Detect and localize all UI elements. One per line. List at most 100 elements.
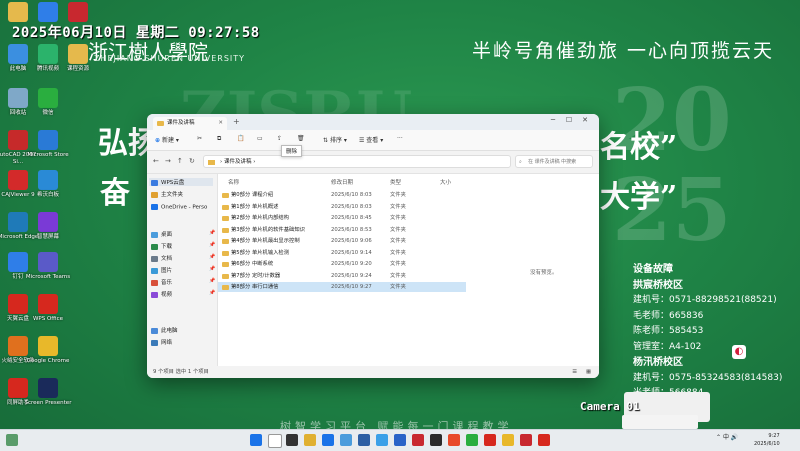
desktop-shortcut[interactable]: 微信 xyxy=(20,88,76,117)
app-taskbar-icon[interactable] xyxy=(412,434,424,446)
nav-item-pics[interactable]: 图片 📌 xyxy=(151,266,215,274)
app-icon xyxy=(38,130,58,150)
back-icon[interactable]: ← xyxy=(153,157,159,165)
close-tab-icon[interactable]: ✕ xyxy=(218,117,223,130)
nav-item-music[interactable]: 音乐 📌 xyxy=(151,278,215,286)
file-row[interactable]: 第6部分 中断系统 2025/6/10 9:20 文件夹 xyxy=(218,259,466,269)
search-input[interactable]: ⌕ 在 课件及讲稿 中搜索 xyxy=(515,155,593,168)
close-window-icon[interactable]: ✕ xyxy=(577,116,593,124)
nav-item-video[interactable]: 视频 📌 xyxy=(151,290,215,298)
desktop-shortcut[interactable]: 智慧屏幕 xyxy=(20,212,76,241)
share-icon[interactable]: ⇪ xyxy=(277,135,282,142)
sort-button[interactable]: ⇅ 排序 ▾ xyxy=(323,135,347,144)
desktop-shortcut[interactable]: WPS Office xyxy=(20,294,76,323)
app-badge-icon[interactable]: ◐ xyxy=(732,345,746,359)
desktop-shortcut[interactable] xyxy=(50,2,106,24)
minimize-icon[interactable]: ─ xyxy=(545,116,561,124)
desktop-shortcut[interactable]: Google Chrome xyxy=(20,336,76,365)
column-name[interactable]: 名称 xyxy=(228,178,239,186)
nav-item-desktop[interactable]: 桌面 📌 xyxy=(151,230,215,238)
file-row[interactable]: 第8部分 串行口通信 2025/6/10 9:27 文件夹 xyxy=(218,282,466,292)
tiles-view-icon[interactable]: ▦ xyxy=(586,366,591,378)
chevron-up-icon[interactable]: ⌃ xyxy=(716,434,721,441)
input-language[interactable]: 中 xyxy=(723,434,729,441)
nav-item-docs[interactable]: 文档 📌 xyxy=(151,254,215,262)
pin-icon[interactable]: 📌 xyxy=(209,278,215,284)
maximize-icon[interactable]: ☐ xyxy=(561,116,577,124)
pin-icon[interactable]: 📌 xyxy=(209,242,215,248)
column-size[interactable]: 大小 xyxy=(440,178,451,186)
forward-icon[interactable]: → xyxy=(165,157,171,165)
column-type[interactable]: 类型 xyxy=(390,178,401,186)
desktop-shortcut[interactable]: Screen Presenter xyxy=(20,378,76,407)
rename-icon[interactable]: ▭ xyxy=(257,135,263,142)
file-explorer-taskbar-icon[interactable] xyxy=(304,434,316,446)
nav-item-pc[interactable]: 此电脑 xyxy=(151,326,178,334)
app-taskbar-icon[interactable] xyxy=(340,434,352,446)
up-icon[interactable]: ↑ xyxy=(177,157,183,165)
app-taskbar-icon[interactable] xyxy=(376,434,388,446)
nav-item-net[interactable]: 网络 xyxy=(151,338,172,346)
app-taskbar-icon[interactable] xyxy=(484,434,496,446)
app-taskbar-icon[interactable] xyxy=(538,434,550,446)
nav-item-onedrive[interactable]: OneDrive - Perso xyxy=(151,204,207,211)
refresh-icon[interactable]: ↻ xyxy=(189,157,195,165)
view-button[interactable]: ☰ 查看 ▾ xyxy=(359,135,383,144)
file-type: 文件夹 xyxy=(390,249,406,256)
task-view-icon[interactable] xyxy=(286,434,298,446)
file-row[interactable]: 第5部分 单片机输入检测 2025/6/10 9:14 文件夹 xyxy=(218,248,466,258)
search-placeholder: 在 课件及讲稿 中搜索 xyxy=(528,159,577,165)
pin-icon[interactable]: 📌 xyxy=(209,290,215,296)
nav-item-home[interactable]: 主文件夹 xyxy=(151,190,183,198)
desktop-shortcut[interactable]: 课程资源 xyxy=(50,44,106,73)
app-taskbar-icon[interactable] xyxy=(520,434,532,446)
file-date: 2025/6/10 8:03 xyxy=(331,203,372,210)
tab-current-folder[interactable]: 课件及讲稿 ✕ xyxy=(153,117,227,130)
nav-item-cloud[interactable]: WPS云盘 xyxy=(149,178,213,186)
file-date: 2025/6/10 9:06 xyxy=(331,238,372,244)
chrome-taskbar-icon[interactable] xyxy=(502,434,514,446)
desktop-shortcut[interactable]: Microsoft Teams xyxy=(20,252,76,281)
details-view-icon[interactable]: ☰ xyxy=(572,366,577,378)
app-taskbar-icon[interactable] xyxy=(430,434,442,446)
app-taskbar-icon[interactable] xyxy=(358,434,370,446)
file-row[interactable]: 第1部分 单片机概述 2025/6/10 8:03 文件夹 xyxy=(218,202,466,212)
edge-taskbar-icon[interactable] xyxy=(322,434,334,446)
desktop-shortcut-label: Screen Presenter xyxy=(24,400,72,406)
copy-icon[interactable]: ⧉ xyxy=(217,135,221,143)
file-row[interactable]: 第0部分 课程介绍 2025/6/10 8:03 文件夹 xyxy=(218,190,466,200)
system-widget[interactable] xyxy=(622,415,698,429)
desktop-shortcut[interactable]: Microsoft Store xyxy=(20,130,76,159)
widgets-icon[interactable] xyxy=(6,434,18,446)
file-name: 第4部分 单片机最出显示控制 xyxy=(231,238,300,244)
nav-item-download[interactable]: 下载 📌 xyxy=(151,242,215,250)
delete-icon[interactable]: 🗑 xyxy=(297,135,305,142)
paste-icon[interactable]: 📋 xyxy=(237,135,244,142)
column-date[interactable]: 修改日期 xyxy=(331,178,353,186)
app-taskbar-icon[interactable] xyxy=(448,434,460,446)
breadcrumb[interactable]: 课件及讲稿 xyxy=(224,159,252,165)
file-row[interactable]: 第7部分 定时/计数器 2025/6/10 9:24 文件夹 xyxy=(218,271,466,281)
desktop-shortcut[interactable]: 希沃白板 xyxy=(20,170,76,199)
pin-icon[interactable]: 📌 xyxy=(209,230,215,236)
status-text: 9 个项目 选中 1 个项目 xyxy=(153,369,209,375)
pin-icon[interactable]: 📌 xyxy=(209,254,215,260)
start-icon[interactable] xyxy=(250,434,262,446)
file-row[interactable]: 第4部分 单片机最出显示控制 2025/6/10 9:06 文件夹 xyxy=(218,236,466,246)
pin-icon[interactable]: 📌 xyxy=(209,266,215,272)
search-taskbar-icon[interactable] xyxy=(268,434,282,448)
net-icon xyxy=(151,339,158,346)
new-tab-button[interactable]: + xyxy=(233,117,240,126)
taskbar-clock[interactable]: 9:27 2025/6/10 xyxy=(754,432,780,448)
system-tray[interactable]: ⌃ 中 🔊 xyxy=(716,432,738,441)
app-taskbar-icon[interactable] xyxy=(394,434,406,446)
app-icon xyxy=(38,212,58,232)
app-taskbar-icon[interactable] xyxy=(466,434,478,446)
volume-icon[interactable]: 🔊 xyxy=(731,434,738,441)
file-row[interactable]: 第3部分 单片机的软件基础知识 2025/6/10 8:53 文件夹 xyxy=(218,225,466,235)
address-input[interactable]: › 课件及讲稿 › xyxy=(203,155,511,168)
more-button[interactable]: ··· xyxy=(397,135,403,142)
cut-icon[interactable]: ✂ xyxy=(197,135,202,142)
file-row[interactable]: 第2部分 单片机内部结构 2025/6/10 8:45 文件夹 xyxy=(218,213,466,223)
new-button[interactable]: ⊕ 新建 ▾ xyxy=(155,135,179,144)
